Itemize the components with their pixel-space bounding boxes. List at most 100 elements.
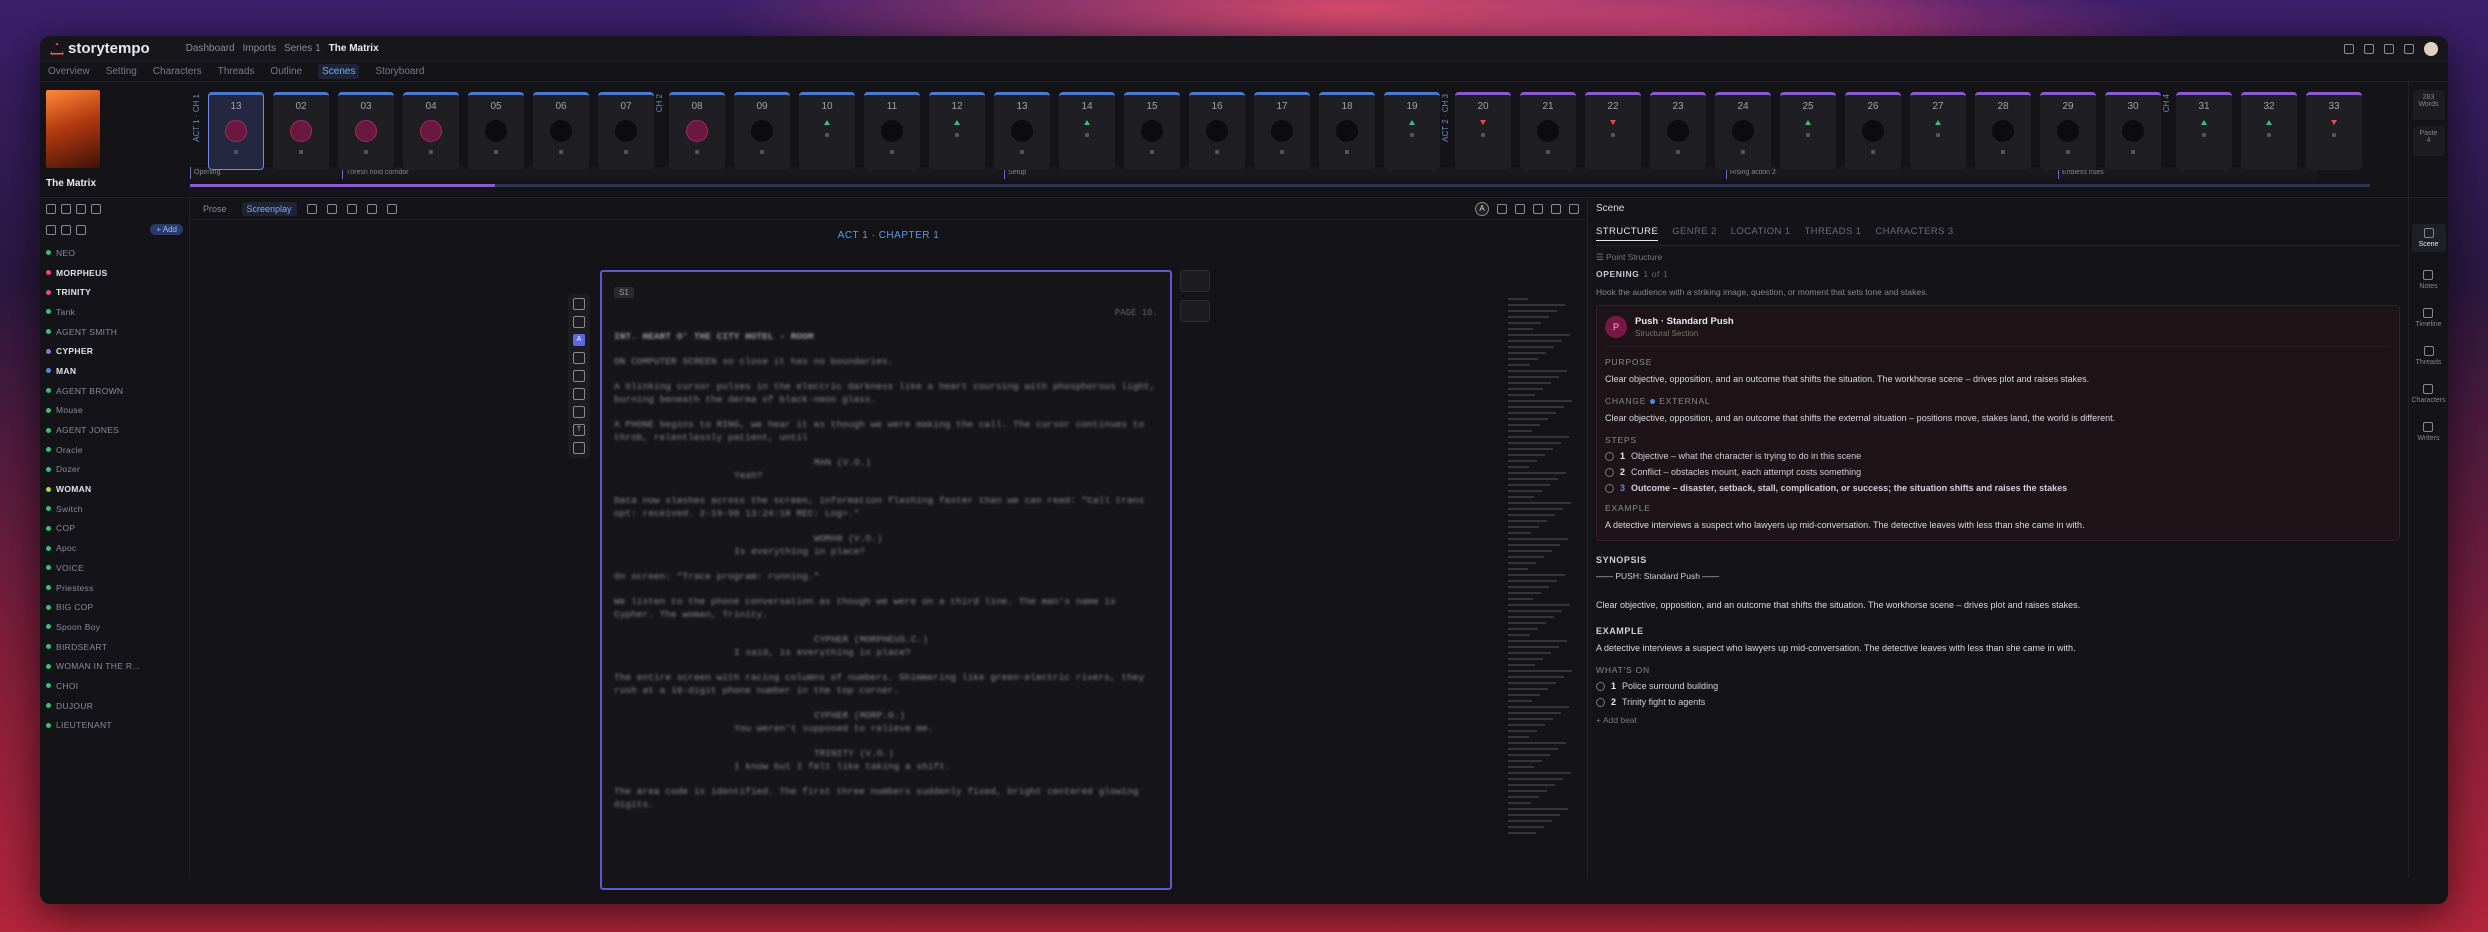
action-tool-icon[interactable]	[573, 316, 585, 328]
character-item[interactable]: AGENT BROWN	[46, 381, 183, 401]
breadcrumb-1[interactable]: Imports	[243, 43, 276, 54]
mode-prose-tab[interactable]: Prose	[198, 202, 232, 216]
stat-words[interactable]: 283 Words	[2412, 90, 2445, 120]
add-beat-button[interactable]: + Add beat	[1596, 715, 2400, 725]
scene-card[interactable]: 15	[1124, 92, 1180, 170]
checkbox-icon[interactable]	[1596, 681, 1605, 691]
scene-card[interactable]: 23	[1650, 92, 1706, 170]
close-icon[interactable]	[46, 204, 56, 214]
page-side-button-1[interactable]	[1180, 270, 1210, 292]
character-item[interactable]: Apoc	[46, 538, 183, 558]
scene-card[interactable]: 02	[273, 92, 329, 170]
inspector-tab-2[interactable]: LOCATION 1	[1731, 226, 1791, 241]
add-character-button[interactable]: + Add	[150, 224, 183, 235]
fullscreen-icon[interactable]	[1569, 203, 1579, 214]
examples-text[interactable]: A detective interviews a suspect who law…	[1596, 642, 2400, 655]
scene-card[interactable]: 22	[1585, 92, 1641, 170]
redo-icon[interactable]	[326, 203, 337, 214]
character-item[interactable]: Dozer	[46, 460, 183, 480]
scene-card[interactable]: 12	[929, 92, 985, 170]
character-item[interactable]: AGENT SMITH	[46, 322, 183, 342]
step-item[interactable]: 3 Outcome – disaster, setback, stall, com…	[1605, 483, 2391, 493]
nav-tab-6[interactable]: Storyboard	[375, 66, 424, 77]
rail-writers[interactable]: Writers	[2417, 422, 2440, 442]
filter-icon[interactable]	[46, 224, 56, 235]
character-item[interactable]: CHOI	[46, 676, 183, 696]
step-item[interactable]: 1 Objective – what the character is tryin…	[1605, 451, 2391, 461]
scene-card[interactable]: 09	[734, 92, 790, 170]
scene-card[interactable]: 04	[403, 92, 459, 170]
rail-threads[interactable]: Threads	[2416, 346, 2441, 366]
info-tool-icon[interactable]	[573, 442, 585, 454]
scene-card[interactable]: 16	[1189, 92, 1245, 170]
character-item[interactable]: COP	[46, 519, 183, 539]
italic-icon[interactable]	[366, 203, 377, 214]
inspector-tab-1[interactable]: GENRE 2	[1672, 226, 1717, 241]
character-item[interactable]: MORPHEUS	[46, 263, 183, 283]
screenplay-page[interactable]: S1 PAGE 10. INT. HEART O' THE CITY HOTEL…	[600, 270, 1172, 890]
search-icon[interactable]	[76, 224, 86, 235]
nav-tab-4[interactable]: Outline	[270, 66, 302, 77]
synopsis-text[interactable]: Clear objective, opposition, and an outc…	[1596, 599, 2400, 612]
scene-card[interactable]: 26	[1845, 92, 1901, 170]
grid-icon[interactable]	[2384, 43, 2394, 54]
whats-on-item[interactable]: 1 Police surround building	[1596, 681, 2400, 691]
breadcrumb-2[interactable]: Series 1	[284, 43, 321, 54]
inspector-tab-4[interactable]: CHARACTERS 3	[1875, 226, 1953, 241]
scene-card[interactable]: 29	[2040, 92, 2096, 170]
split-view-icon[interactable]	[1551, 203, 1561, 214]
whats-on-item[interactable]: 2 Trinity fight to agents	[1596, 697, 2400, 707]
scene-card[interactable]: 19	[1384, 92, 1440, 170]
layout-icon[interactable]	[2344, 43, 2354, 54]
warning-icon[interactable]	[1497, 203, 1507, 214]
app-logo[interactable]: storytempo	[50, 40, 150, 57]
character-item[interactable]: BIRDSEART	[46, 637, 183, 657]
nav-tab-5[interactable]: Scenes	[318, 64, 360, 79]
stat-paste[interactable]: Paste 4	[2412, 126, 2445, 156]
mode-screenplay-tab[interactable]: Screenplay	[241, 201, 297, 216]
step-radio-icon[interactable]	[1605, 451, 1614, 461]
step-item[interactable]: 2 Conflict – obstacles mount, each attemp…	[1605, 467, 2391, 477]
character-item[interactable]: Priestess	[46, 578, 183, 598]
character-item[interactable]: Oracle	[46, 440, 183, 460]
scene-card[interactable]: 32	[2241, 92, 2297, 170]
checkbox-icon[interactable]	[1596, 697, 1605, 707]
nav-tab-0[interactable]: Overview	[48, 66, 90, 77]
scene-card[interactable]: 20	[1455, 92, 1511, 170]
rail-timeline[interactable]: Timeline	[2415, 308, 2442, 328]
person-icon[interactable]	[61, 204, 71, 214]
character-item[interactable]: CYPHER	[46, 341, 183, 361]
undo-icon[interactable]	[306, 203, 317, 214]
font-toggle-icon[interactable]: A	[1475, 201, 1489, 216]
character-item[interactable]: BIG COP	[46, 597, 183, 617]
settings-icon[interactable]	[1515, 203, 1525, 214]
nav-tab-3[interactable]: Threads	[218, 66, 255, 77]
avatar[interactable]	[2424, 41, 2438, 56]
bell-icon[interactable]	[2404, 43, 2414, 54]
breadcrumb-0[interactable]: Dashboard	[186, 43, 235, 54]
scene-card[interactable]: 07	[598, 92, 654, 170]
scene-card[interactable]: 17	[1254, 92, 1310, 170]
character-item[interactable]: WOMAN IN THE R...	[46, 656, 183, 676]
sort-icon[interactable]	[61, 224, 71, 235]
scene-card[interactable]: 24	[1715, 92, 1771, 170]
scene-card[interactable]: 28	[1975, 92, 2031, 170]
underline-icon[interactable]	[386, 203, 397, 214]
parenthetical-tool-icon[interactable]	[573, 370, 585, 382]
dialogue-tool-icon[interactable]	[573, 352, 585, 364]
bold-icon[interactable]	[346, 203, 357, 214]
scene-card[interactable]: 21	[1520, 92, 1576, 170]
scene-card[interactable]: 14	[1059, 92, 1115, 170]
beat-header[interactable]: P Push · Standard Push Structural Sectio…	[1605, 314, 2391, 347]
character-item[interactable]: DUJOUR	[46, 696, 183, 716]
rail-characters[interactable]: Characters	[2411, 384, 2446, 404]
character-item[interactable]: MAN	[46, 361, 183, 381]
character-item[interactable]: Spoon Boy	[46, 617, 183, 637]
scene-card[interactable]: 05	[468, 92, 524, 170]
scene-card[interactable]: 30	[2105, 92, 2161, 170]
character-item[interactable]: VOICE	[46, 558, 183, 578]
document-icon[interactable]	[2364, 43, 2374, 54]
location-icon[interactable]	[76, 204, 86, 214]
character-item[interactable]: NEO	[46, 243, 183, 263]
shot-tool-icon[interactable]	[573, 406, 585, 418]
